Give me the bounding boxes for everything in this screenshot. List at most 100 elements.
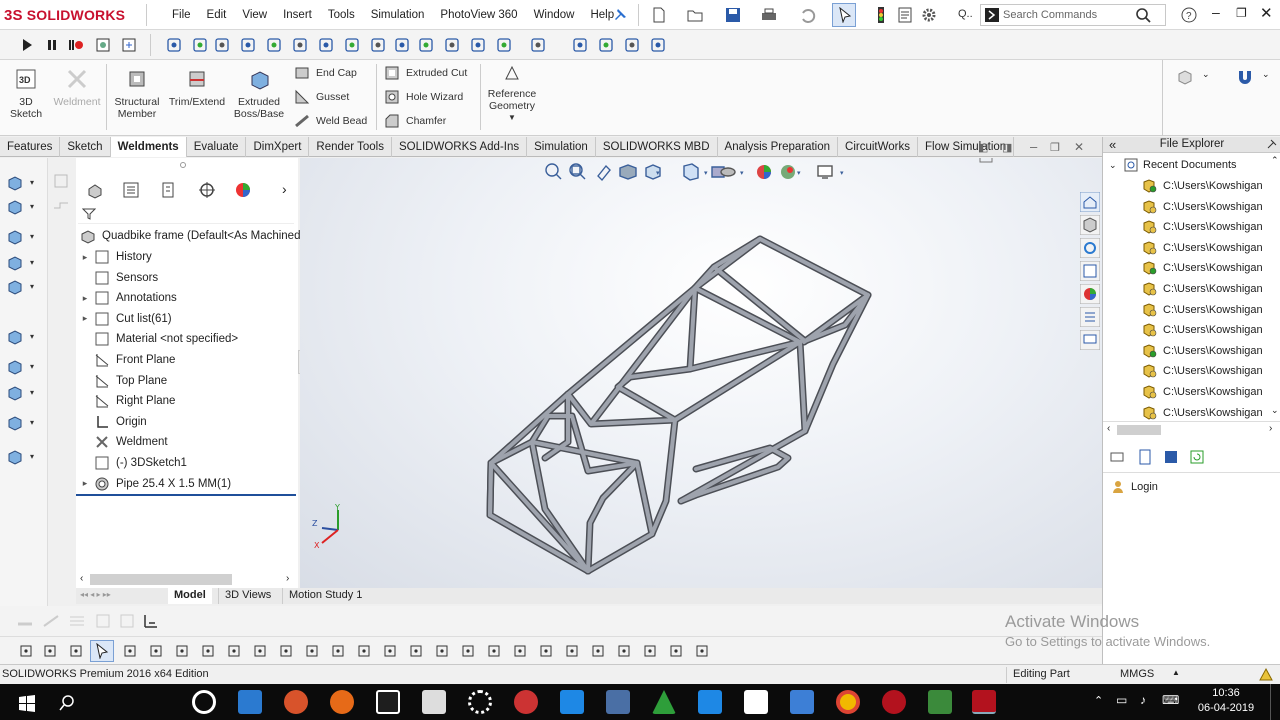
menu-item-edit[interactable]: Edit	[199, 9, 235, 21]
hole-filter-icon[interactable]	[564, 643, 580, 659]
zoom-to-area-icon[interactable]	[569, 163, 586, 180]
extruded-cut-button[interactable]: Extruded Cut	[384, 64, 467, 82]
zoom-to-fit-icon[interactable]	[545, 163, 562, 180]
tree-item-cut-list-61[interactable]: ▸ Cut list(61)	[76, 309, 172, 329]
login-item[interactable]: Login	[1111, 477, 1158, 497]
solidworks-logo[interactable]: 3S SOLIDWORKS	[4, 5, 125, 25]
flag-icon[interactable]	[624, 37, 640, 53]
tab-weldments[interactable]: Weldments	[110, 137, 187, 157]
macro-new-icon[interactable]	[120, 36, 138, 54]
app-window-icon[interactable]	[238, 690, 262, 714]
clock[interactable]: 10:36 06-04-2019	[1196, 686, 1256, 716]
recent-document-item[interactable]: C:\Users\Kowshigan	[1141, 258, 1263, 278]
file-properties-icon[interactable]	[896, 6, 914, 24]
app-mail-icon[interactable]	[790, 690, 814, 714]
options-icon[interactable]	[444, 37, 460, 53]
traffic-light-icon[interactable]	[872, 6, 890, 24]
menu-item-insert[interactable]: Insert	[275, 9, 320, 21]
explode-icon[interactable]	[418, 37, 434, 53]
app-screen-icon[interactable]	[698, 690, 722, 714]
pattern-icon[interactable]	[6, 358, 24, 376]
tab-features[interactable]: Features	[0, 137, 61, 157]
tree-item-origin[interactable]: Origin	[76, 412, 147, 432]
collapse-panel-icon[interactable]: «	[1109, 137, 1116, 152]
restore-icon[interactable]: ❐	[1236, 6, 1247, 20]
gear-icon[interactable]	[920, 6, 938, 24]
step-icon[interactable]	[44, 36, 62, 54]
recent-document-item[interactable]: C:\Users\Kowshigan	[1141, 403, 1263, 423]
expand-arrow-icon[interactable]: ▸	[76, 478, 94, 489]
search-commands-input[interactable]: Search Commands	[980, 4, 1166, 26]
reference-geometry-button[interactable]: Reference Geometry ▼	[484, 64, 540, 124]
app-spider-icon[interactable]	[514, 690, 538, 714]
help-doc-icon[interactable]	[1137, 449, 1153, 465]
tree-item-weldment[interactable]: Weldment	[76, 432, 168, 452]
close-icon[interactable]: ✕	[1074, 140, 1084, 154]
firefox-icon[interactable]	[330, 690, 354, 714]
recent-document-item[interactable]: C:\Users\Kowshigan	[1141, 238, 1263, 258]
measure-icon[interactable]	[6, 448, 24, 466]
app-circle-icon[interactable]	[192, 690, 216, 714]
tab-sketch[interactable]: Sketch	[60, 137, 111, 157]
loft-icon[interactable]	[6, 254, 24, 272]
network-icon[interactable]: ▭	[1116, 693, 1127, 707]
status-units[interactable]: MMGS	[1120, 668, 1154, 680]
fillet-icon[interactable]	[6, 328, 24, 346]
menu-item-tools[interactable]: Tools	[320, 9, 363, 21]
sketch-filter-icon[interactable]	[304, 643, 320, 659]
segment-filter-icon[interactable]	[330, 643, 346, 659]
chevron-down-icon[interactable]: ⌄	[1202, 69, 1210, 80]
recent-document-item[interactable]: C:\Users\Kowshigan	[1141, 341, 1263, 361]
forum-icon[interactable]	[1080, 330, 1100, 350]
app-scissors-icon[interactable]	[606, 690, 630, 714]
property-manager-icon[interactable]	[122, 181, 140, 199]
curves-icon[interactable]	[6, 414, 24, 432]
tab-solidworks-mbd[interactable]: SOLIDWORKS MBD	[596, 137, 718, 157]
chevron-down-icon[interactable]: ▾	[30, 452, 34, 461]
note-filter-icon[interactable]	[434, 643, 450, 659]
sketch-icon[interactable]	[52, 172, 70, 190]
chevron-down-icon[interactable]: ▾	[797, 169, 801, 177]
extrude-icon[interactable]	[6, 174, 24, 192]
edge-filter-icon[interactable]	[148, 643, 164, 659]
quadbike-frame-model[interactable]	[486, 235, 872, 575]
chevron-down-icon[interactable]: ▾	[656, 169, 660, 177]
tree-item-top-plane[interactable]: Top Plane	[76, 371, 167, 391]
sweep-icon[interactable]	[6, 228, 24, 246]
recent-document-item[interactable]: C:\Users\Kowshigan	[1141, 320, 1263, 340]
dimension-filter-icon[interactable]	[408, 643, 424, 659]
view-cube-icon[interactable]	[1176, 68, 1194, 86]
reference-icon[interactable]	[6, 384, 24, 402]
filter-bar[interactable]	[78, 204, 294, 224]
move-icon[interactable]	[214, 37, 230, 53]
tab-3d-views[interactable]: 3D Views	[218, 588, 277, 604]
sheet-icon[interactable]	[496, 37, 512, 53]
edrawings-icon[interactable]	[928, 690, 952, 714]
filter-icon[interactable]	[18, 643, 34, 659]
tree-item-right-plane[interactable]: Right Plane	[76, 391, 175, 411]
tree-item-material-not-specified[interactable]: Material <not specified>	[76, 329, 238, 349]
calculator-icon[interactable]	[422, 690, 446, 714]
chevron-down-icon[interactable]: ▾	[30, 418, 34, 427]
expand-icon[interactable]: ◨	[1002, 141, 1012, 154]
recent-document-item[interactable]: C:\Users\Kowshigan	[1141, 361, 1263, 381]
help-icon[interactable]: ?	[1180, 6, 1198, 24]
save-icon[interactable]	[1163, 449, 1179, 465]
vertex-filter-icon[interactable]	[122, 643, 138, 659]
pattern-icon[interactable]	[68, 612, 86, 630]
view-icon[interactable]	[1109, 449, 1125, 465]
view-orientation-icon[interactable]	[683, 163, 699, 181]
tab-motion-study[interactable]: Motion Study 1	[282, 588, 368, 604]
select-tool-button[interactable]	[832, 3, 856, 27]
edit-appearance-icon[interactable]	[757, 165, 771, 179]
app-p-icon[interactable]	[284, 690, 308, 714]
balloon-filter-icon[interactable]	[460, 643, 476, 659]
macro-edit-icon[interactable]	[94, 36, 112, 54]
trim-extend-button[interactable]: Trim/Extend	[166, 68, 228, 108]
region-filter-icon[interactable]	[590, 643, 606, 659]
dimension-icon[interactable]	[142, 612, 160, 630]
fe-vertical-scrollbar[interactable]: ⌃ ⌄	[1269, 155, 1280, 421]
menu-item-view[interactable]: View	[234, 9, 275, 21]
line-icon[interactable]	[52, 198, 70, 216]
weld-bead-button[interactable]: Weld Bead	[294, 112, 367, 130]
